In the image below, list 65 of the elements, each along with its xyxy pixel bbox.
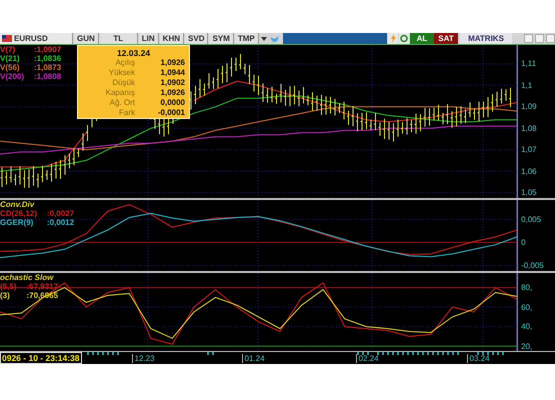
indicator-value: :0,0012	[46, 218, 74, 227]
indicator-name: V(56)	[0, 63, 21, 72]
date-label: 01.24	[242, 354, 265, 363]
status-text: 0926 - 10 - 23:14:38	[0, 352, 82, 364]
tooltip-label: Ağ. Ort	[108, 98, 135, 108]
lightning-icon[interactable]	[388, 33, 398, 44]
axis-label: 1,1	[521, 80, 532, 90]
axis-label: -0,005	[521, 260, 544, 270]
axis-label: 0	[521, 238, 526, 247]
axis-label: 80,	[521, 283, 532, 292]
indicator-name: (3)	[0, 291, 11, 300]
indicator-name: V(200)	[0, 72, 24, 81]
brand-button[interactable]: MATRIKS	[460, 33, 512, 44]
tooltip-value: 0,0000	[160, 98, 185, 108]
indicator-value: :0,0027	[46, 209, 74, 218]
axis-label: 60,	[521, 302, 532, 312]
axis-label: 1,07	[521, 145, 537, 154]
indicator-value: :1,0873	[34, 63, 62, 72]
tooltip-label: Düşük	[111, 78, 135, 88]
axis-label: 40,	[521, 322, 532, 332]
toolbar-button[interactable]: GUN	[74, 33, 99, 44]
axis-label: 1,09	[521, 102, 537, 112]
minimize-icon[interactable]	[524, 34, 533, 43]
axis-label: 1,05	[521, 188, 537, 198]
axis-label: 1,08	[521, 124, 537, 133]
indicator-name: GGER(9)	[0, 218, 34, 227]
flag-icon	[2, 35, 12, 42]
axis-label: 20,	[521, 342, 532, 351]
tooltip-value: 1,0926	[160, 58, 185, 68]
date-label: 12.23	[132, 354, 155, 363]
indicator-name: V(7)	[0, 45, 16, 54]
tooltip-value: 1,0944	[160, 68, 185, 78]
toolbar-button[interactable]: SYM	[209, 33, 234, 44]
tooltip-date: 12.03.24	[116, 48, 152, 58]
toolbar-button[interactable]: KHN	[160, 33, 184, 44]
date-label: 03.24	[466, 354, 490, 363]
panel-title: ochastic Slow	[0, 273, 54, 282]
axis-label: 1,06	[521, 166, 537, 176]
tooltip-label: Fark	[118, 108, 135, 118]
refresh-icon[interactable]	[399, 33, 409, 44]
indicator-value: :1,0808	[34, 72, 62, 81]
indicator-value: :1,0907	[34, 45, 62, 54]
axis-label: 0,005	[521, 214, 542, 224]
toolbar-button[interactable]: SVD	[185, 33, 208, 44]
tooltip-value: 1,0926	[160, 88, 185, 98]
tooltip-label: Açılış	[114, 58, 135, 68]
maximize-icon[interactable]	[546, 34, 555, 43]
tooltip-value: -0,0001	[156, 108, 185, 118]
restore-icon[interactable]	[535, 34, 544, 43]
toolbar-button[interactable]: TL	[100, 33, 138, 44]
tooltip-label: Kapanış	[104, 88, 135, 98]
tooltip-value: 1,0902	[160, 78, 185, 88]
tooltip-label: Yüksek	[108, 68, 135, 78]
symbol-field[interactable]: EURUSD	[0, 33, 73, 44]
panel-title: Conv.Div	[0, 200, 34, 209]
axis-label: 1,11	[521, 59, 536, 68]
indicator-value: :1,0836	[34, 54, 62, 63]
toolbar-button[interactable]: TMP	[234, 33, 259, 44]
symbol-name: EURUSD	[14, 33, 48, 44]
sell-button[interactable]: SAT	[434, 33, 458, 44]
date-label: 02.24	[356, 354, 379, 363]
indicator-name: V(21)	[0, 54, 21, 63]
toolbar-button[interactable]: LIN	[138, 33, 159, 44]
indicator-name: CD(26,12)	[0, 209, 37, 218]
buy-button[interactable]: AL	[410, 33, 434, 44]
